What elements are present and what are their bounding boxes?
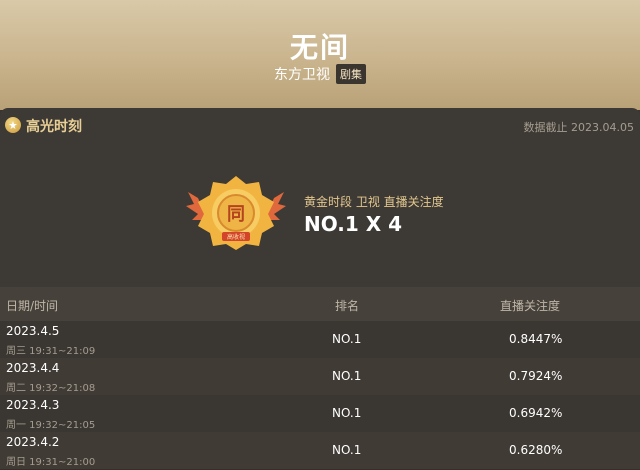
highlight-header: 高光时刻 数据截止 2023.04.05 xyxy=(0,108,640,142)
medal-emblem: 同 xyxy=(227,204,245,225)
row-date: 2023.4.5 xyxy=(6,324,60,338)
row-rank: NO.1 xyxy=(332,406,362,420)
row-rank: NO.1 xyxy=(332,443,362,457)
stat-label: 黄金时段 卫视 直播关注度 xyxy=(304,195,444,209)
table-row: 2023.4.4 周二 19:32~21:08 NO.1 0.7924% xyxy=(0,358,640,396)
row-date: 2023.4.4 xyxy=(6,361,60,375)
medal-icon: 同 高收视 xyxy=(186,170,286,250)
show-title: 无间 xyxy=(289,31,350,64)
data-cutoff-date: 数据截止 2023.04.05 xyxy=(523,121,634,134)
medal-ribbon: 高收视 xyxy=(227,233,245,241)
page-header: 无间 东方卫视 剧集 xyxy=(0,0,640,110)
row-date: 2023.4.3 xyxy=(6,398,60,412)
row-time: 周一 19:32~21:05 xyxy=(6,420,96,431)
highlight-icon xyxy=(5,117,21,133)
header-rank: 排名 xyxy=(335,299,360,313)
header-date: 日期/时间 xyxy=(6,299,59,313)
header-rating: 直播关注度 xyxy=(500,299,561,313)
show-meta: 东方卫视 剧集 xyxy=(0,64,640,84)
category-badge: 剧集 xyxy=(336,64,366,84)
table-row: 2023.4.5 周三 19:31~21:09 NO.1 0.8447% xyxy=(0,321,640,359)
row-time: 周三 19:31~21:09 xyxy=(6,346,96,357)
row-date: 2023.4.2 xyxy=(6,435,60,449)
highlight-title: 高光时刻 xyxy=(26,119,82,135)
table-header: 日期/时间 排名 直播关注度 xyxy=(0,287,640,321)
row-rating: 0.6280% xyxy=(509,443,563,457)
table-row: 2023.4.3 周一 19:32~21:05 NO.1 0.6942% xyxy=(0,395,640,433)
row-time: 周二 19:32~21:08 xyxy=(6,383,96,394)
row-time: 周日 19:31~21:00 xyxy=(6,457,96,468)
row-rating: 0.7924% xyxy=(509,369,563,383)
stat-value: NO.1 X 4 xyxy=(304,212,403,236)
row-rating: 0.8447% xyxy=(509,332,563,346)
table-row: 2023.4.2 周日 19:31~21:00 NO.1 0.6280% xyxy=(0,432,640,470)
row-rank: NO.1 xyxy=(332,332,362,346)
row-rank: NO.1 xyxy=(332,369,362,383)
row-rating: 0.6942% xyxy=(509,406,563,420)
channel-name[interactable]: 东方卫视 xyxy=(274,64,330,84)
